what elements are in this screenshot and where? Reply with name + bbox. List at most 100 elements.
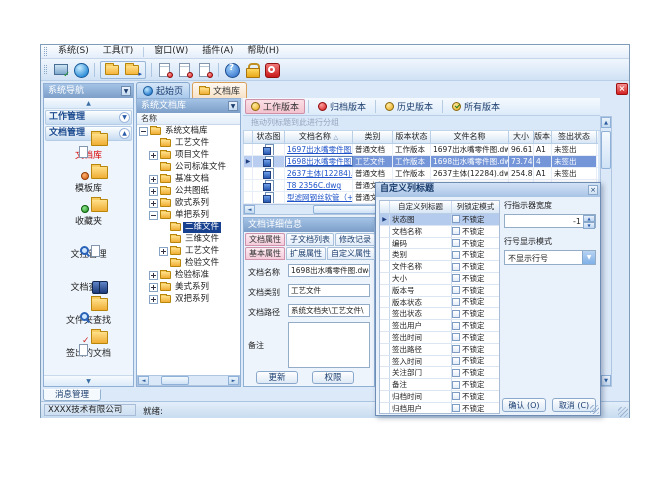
column-version-no[interactable]: 版本号 — [534, 131, 552, 143]
tree-item[interactable]: 工艺文件 — [137, 137, 240, 149]
column-size[interactable]: 大小 — [509, 131, 534, 143]
tab-subdoc-list[interactable]: 子文档列表 — [286, 233, 334, 246]
column-status-icon[interactable]: 状态图 — [253, 131, 285, 143]
tab-extended-props[interactable]: 扩展属性 — [286, 247, 326, 260]
help-icon[interactable]: ? — [224, 62, 240, 78]
lock-icon[interactable] — [244, 62, 260, 78]
scroll-right-icon[interactable]: ► — [228, 376, 239, 385]
all-version-button[interactable]: 所有版本 — [446, 99, 506, 114]
dialog-row[interactable]: 类别不锁定 — [380, 249, 499, 261]
dialog-row[interactable]: 大小不锁定 — [380, 273, 499, 285]
lock-checkbox[interactable] — [452, 227, 460, 235]
tree-item[interactable]: 检验文件 — [137, 257, 240, 269]
work-version-button[interactable]: 工作版本 — [245, 99, 305, 114]
archive-version-button[interactable]: 归档版本 — [312, 99, 372, 114]
tree-item[interactable]: 双把系列 — [137, 293, 240, 305]
menu-tools[interactable]: 工具(T) — [96, 45, 141, 58]
grid-vertical-scrollbar[interactable]: ▲ ▼ — [600, 116, 612, 387]
tree-item[interactable]: 三维文件 — [137, 233, 240, 245]
close-icon[interactable]: × — [588, 185, 598, 195]
column-doc-name[interactable]: 文档名称 △ — [285, 131, 353, 143]
dialog-row[interactable]: 编码不锁定 — [380, 238, 499, 250]
update-button[interactable]: 更新 — [256, 371, 298, 384]
globe-icon[interactable] — [73, 62, 89, 78]
tree-item[interactable]: 工艺文件 — [137, 245, 240, 257]
tab-start-page[interactable]: 起始页 — [136, 82, 190, 98]
lock-checkbox[interactable] — [452, 357, 460, 365]
sidebar-group-docs[interactable]: 文档管理 ▲ — [45, 126, 132, 141]
tree-item-selected[interactable]: 二维文件 — [137, 221, 240, 233]
lock-checkbox[interactable] — [452, 215, 460, 223]
close-icon[interactable]: × — [616, 83, 628, 95]
toolbar-grip[interactable] — [44, 65, 47, 74]
lock-checkbox[interactable] — [452, 404, 460, 412]
tab-basic-props[interactable]: 基本属性 — [245, 247, 285, 260]
dialog-row[interactable]: ▶状态图不锁定 — [380, 214, 499, 226]
tree-item[interactable]: 欧式系列 — [137, 197, 240, 209]
sidebar-item-doc-control[interactable]: 文控管理 — [44, 245, 133, 260]
column-file-name[interactable]: 文件名称 — [431, 131, 509, 143]
column-category[interactable]: 类别 — [353, 131, 393, 143]
lock-checkbox[interactable] — [452, 381, 460, 389]
scrollbar-thumb[interactable] — [601, 131, 611, 169]
dialog-row[interactable]: 文件名称不锁定 — [380, 261, 499, 273]
collapse-icon[interactable] — [149, 211, 158, 220]
folder-open-icon[interactable] — [105, 62, 121, 78]
doc-checkin-icon[interactable] — [157, 62, 173, 78]
scroll-down-icon[interactable]: ▼ — [601, 375, 611, 386]
column-checkout-state[interactable]: 签出状态 — [552, 131, 597, 143]
dialog-row[interactable]: 版本状态不锁定 — [380, 297, 499, 309]
expand-icon[interactable] — [149, 151, 158, 160]
dialog-col-title[interactable]: 自定义列标题 — [390, 201, 452, 213]
lock-checkbox[interactable] — [452, 369, 460, 377]
sidebar-item-doclib[interactable]: 文档库 — [44, 146, 133, 161]
tab-change-log[interactable]: 修改记录 — [335, 233, 375, 246]
sidebar-item-templates[interactable]: 模板库 — [44, 179, 133, 194]
tab-doc-library[interactable]: 文档库 — [192, 82, 247, 98]
dialog-row[interactable]: 备注不锁定 — [380, 379, 499, 391]
window-resize-grip[interactable] — [618, 407, 628, 417]
sidebar-item-folder-search[interactable]: 文件夹查找 — [44, 311, 133, 326]
menu-system[interactable]: 系统(S) — [51, 45, 96, 58]
indicator-width-spinner[interactable]: -1 ▲▼ — [504, 214, 596, 228]
lock-checkbox[interactable] — [452, 310, 460, 318]
doc-checkout-icon[interactable] — [177, 62, 193, 78]
menu-help[interactable]: 帮助(H) — [240, 45, 286, 58]
lock-checkbox[interactable] — [452, 286, 460, 294]
dialog-row[interactable]: 关注部门不锁定 — [380, 367, 499, 379]
lock-checkbox[interactable] — [452, 239, 460, 247]
chevron-up-icon[interactable]: ▲ — [119, 128, 130, 139]
tree-item[interactable]: 美式系列 — [137, 281, 240, 293]
toolbar-grip[interactable] — [44, 47, 47, 56]
tree-item-root[interactable]: 系统文档库 — [137, 125, 240, 137]
history-version-button[interactable]: 历史版本 — [379, 99, 439, 114]
table-row[interactable]: 2637主体(12284).dwg 普通文档 工作版本 2637主体(12284… — [244, 168, 598, 180]
tree-item[interactable]: 项目文件 — [137, 149, 240, 161]
dialog-col-lockmode[interactable]: 列锁定模式 — [452, 201, 499, 213]
scroll-left-icon[interactable]: ◄ — [244, 205, 255, 214]
expand-icon[interactable] — [149, 199, 158, 208]
lock-checkbox[interactable] — [452, 345, 460, 353]
dialog-row[interactable]: 签出用户不锁定 — [380, 320, 499, 332]
lock-checkbox[interactable] — [452, 333, 460, 341]
workspace-icon[interactable]: ✓ — [53, 62, 69, 78]
expand-icon[interactable] — [149, 271, 158, 280]
message-manager-tab[interactable]: 消息管理 — [43, 389, 101, 401]
expand-icon[interactable] — [149, 175, 158, 184]
tree-column-header[interactable]: 名称 — [137, 113, 240, 125]
tree-horizontal-scrollbar[interactable]: ◄ ► — [137, 375, 240, 386]
permission-button[interactable]: 权限 — [312, 371, 354, 384]
tree-item[interactable]: 基准文档 — [137, 173, 240, 185]
expand-icon[interactable] — [149, 187, 158, 196]
menu-plugins[interactable]: 插件(A) — [195, 45, 240, 58]
tree-item[interactable]: 单把系列 — [137, 209, 240, 221]
dialog-row[interactable]: 文档名称不锁定 — [380, 226, 499, 238]
pin-icon[interactable]: ▼ — [121, 86, 131, 96]
tree-item[interactable]: 公共图纸 — [137, 185, 240, 197]
table-row-selected[interactable]: ▶ 1698出水嘴零件图.dwg 工艺文件 工作版本 1698出水嘴零件图.dw… — [244, 156, 598, 168]
note-textarea[interactable] — [288, 322, 370, 368]
doc-category-field[interactable]: 工艺文件 — [288, 284, 370, 297]
lock-checkbox[interactable] — [452, 251, 460, 259]
ok-button[interactable]: 确认 (O) — [502, 398, 546, 412]
sidebar-item-doc-search[interactable]: 文档查找 — [44, 278, 133, 293]
